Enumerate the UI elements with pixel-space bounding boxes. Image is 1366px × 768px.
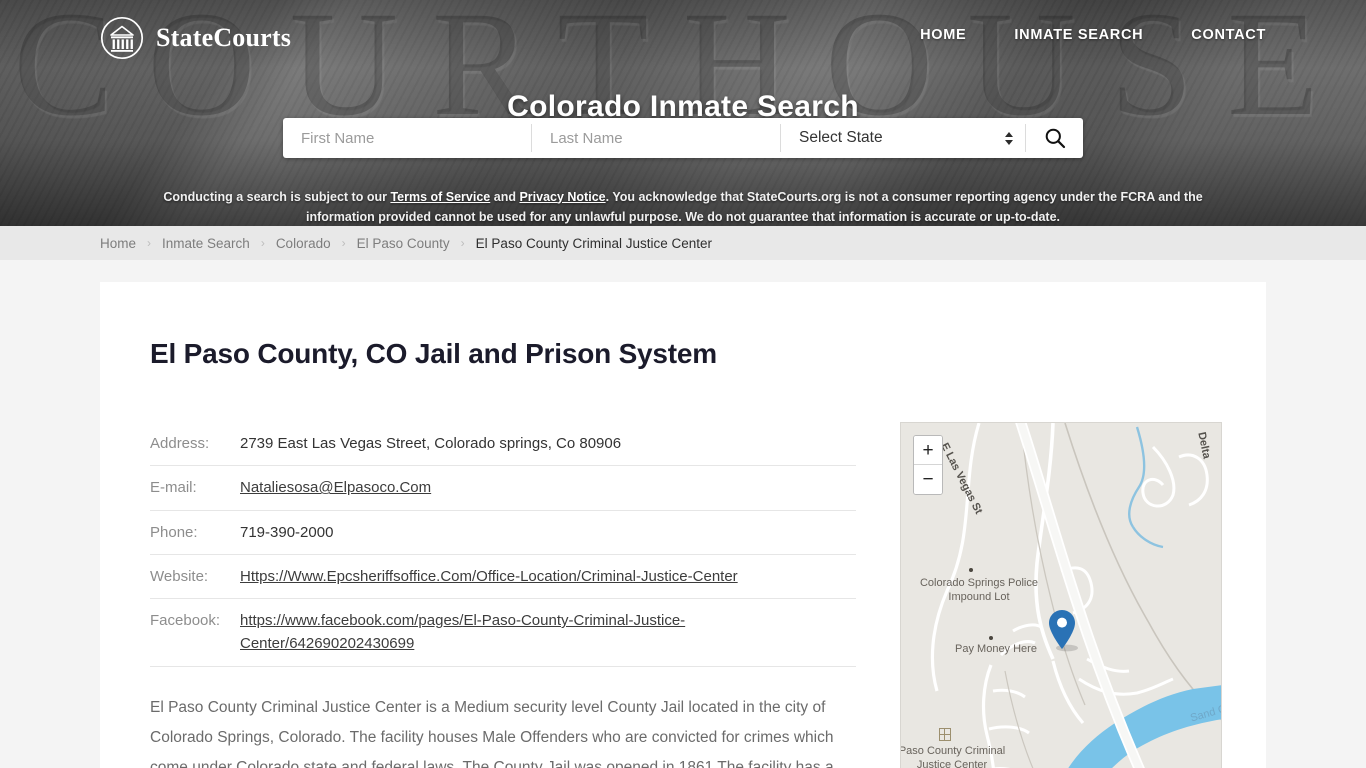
info-label-facebook: Facebook: (150, 598, 240, 667)
info-label-website: Website: (150, 554, 240, 600)
table-row: Website: Https://Www.Epcsheriffsoffice.C… (150, 554, 856, 600)
disclaimer-text-1: Conducting a search is subject to our (163, 189, 391, 204)
nav-item-home[interactable]: HOME (920, 27, 966, 43)
page-body: El Paso County, CO Jail and Prison Syste… (0, 260, 1366, 768)
map-poi-building-icon (939, 728, 951, 741)
map-canvas (901, 423, 1221, 768)
disclaimer-text-2: and (490, 189, 520, 204)
nav-item-inmate-search[interactable]: INMATE SEARCH (1014, 27, 1143, 43)
table-row: Facebook: https://www.facebook.com/pages… (150, 598, 856, 667)
breadcrumb-item-inmate-search[interactable]: Inmate Search (162, 236, 250, 251)
site-header: COURTHOUSE StateCourts HOME INMATE SEARC… (0, 0, 1366, 226)
search-button[interactable] (1025, 124, 1083, 152)
location-map[interactable]: + − E Las Vegas St Delta El Colorado Spr… (900, 422, 1222, 768)
state-select[interactable]: Select State (781, 118, 1025, 158)
breadcrumb-separator-icon: › (147, 236, 152, 250)
map-poi-dot-pay (989, 636, 993, 640)
map-zoom-out-button[interactable]: − (914, 465, 942, 494)
info-value-website: Https://Www.Epcsheriffsoffice.Com/Office… (240, 554, 856, 600)
chevron-updown-icon (1005, 131, 1013, 145)
facebook-link[interactable]: https://www.facebook.com/pages/El-Paso-C… (240, 612, 685, 652)
table-row: E-mail: Nataliesosa@Elpasoco.Com (150, 465, 856, 511)
first-name-input[interactable] (283, 118, 531, 158)
table-row: Address: 2739 East Las Vegas Street, Col… (150, 422, 856, 467)
privacy-notice-link[interactable]: Privacy Notice (519, 190, 605, 204)
info-label-email: E-mail: (150, 465, 240, 511)
site-logo-text: StateCourts (156, 23, 292, 52)
magnifier-icon (1045, 128, 1065, 149)
map-poi-dot-impound (969, 568, 973, 572)
terms-of-service-link[interactable]: Terms of Service (390, 190, 490, 204)
email-link[interactable]: Nataliesosa@Elpasoco.Com (240, 479, 431, 496)
breadcrumb-item-current: El Paso County Criminal Justice Center (475, 235, 713, 251)
map-zoom-in-button[interactable]: + (914, 436, 942, 465)
breadcrumb-bar: Home › Inmate Search › Colorado › El Pas… (0, 226, 1366, 260)
info-value-email: Nataliesosa@Elpasoco.Com (240, 465, 856, 511)
info-label-address: Address: (150, 422, 240, 467)
info-label-phone: Phone: (150, 510, 240, 555)
website-link[interactable]: Https://Www.Epcsheriffsoffice.Com/Office… (240, 568, 738, 585)
search-disclaimer: Conducting a search is subject to our Te… (128, 187, 1238, 227)
breadcrumb-item-home[interactable]: Home (100, 236, 136, 251)
breadcrumb-separator-icon: › (341, 236, 346, 250)
breadcrumb-item-el-paso-county[interactable]: El Paso County (357, 236, 450, 251)
breadcrumb-item-colorado[interactable]: Colorado (276, 236, 331, 251)
facility-description: El Paso County Criminal Justice Center i… (150, 693, 856, 768)
page-title: El Paso County, CO Jail and Prison Syste… (150, 338, 717, 369)
nav-item-contact[interactable]: CONTACT (1191, 27, 1266, 43)
courthouse-circle-icon (100, 16, 144, 60)
primary-navigation: HOME INMATE SEARCH CONTACT (920, 27, 1266, 43)
last-name-input[interactable] (532, 118, 780, 158)
map-pin-icon[interactable] (1046, 608, 1078, 652)
info-value-phone: 719-390-2000 (240, 510, 856, 555)
content-card: El Paso County, CO Jail and Prison Syste… (100, 282, 1266, 768)
inmate-search-form: Select State (283, 118, 1083, 158)
breadcrumb-separator-icon: › (260, 236, 265, 250)
facility-info-table: Address: 2739 East Las Vegas Street, Col… (150, 422, 856, 667)
breadcrumb-separator-icon: › (460, 236, 465, 250)
map-zoom-controls: + − (913, 435, 943, 495)
description-text-before: El Paso County Criminal Justice Center i… (150, 698, 834, 768)
info-value-address: 2739 East Las Vegas Street, Colorado spr… (240, 422, 856, 467)
info-value-facebook: https://www.facebook.com/pages/El-Paso-C… (240, 598, 856, 667)
breadcrumb: Home › Inmate Search › Colorado › El Pas… (100, 236, 712, 251)
table-row: Phone: 719-390-2000 (150, 510, 856, 555)
state-select-value: Select State (799, 129, 883, 146)
site-logo[interactable]: StateCourts (100, 16, 291, 60)
